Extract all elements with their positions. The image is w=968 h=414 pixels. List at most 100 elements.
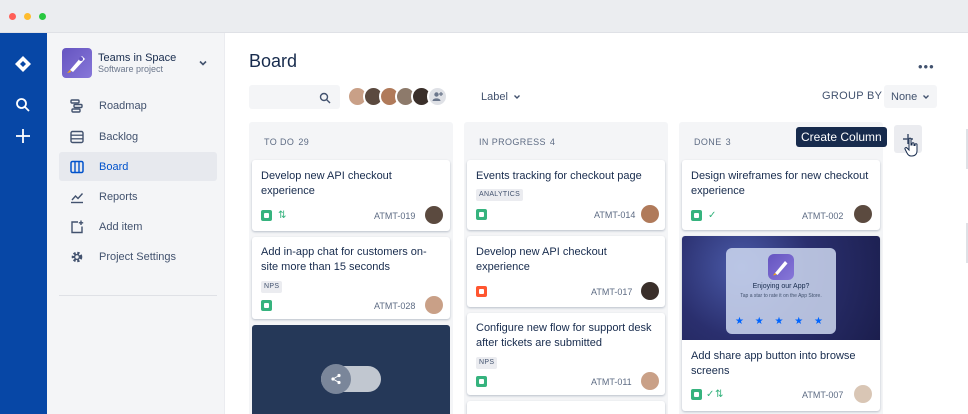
- rocket-app-icon: [768, 254, 794, 280]
- column-name: IN PROGRESS: [479, 137, 546, 147]
- card-title: Add in-app chat for customers on-site mo…: [261, 246, 427, 273]
- sidebar-item-project-settings[interactable]: Project Settings: [59, 242, 217, 271]
- sidebar-item-label: Backlog: [99, 130, 139, 143]
- backlog-icon: [69, 129, 85, 145]
- project-sidebar: Teams in Space Software project Roadmap …: [47, 33, 225, 414]
- pull-request-icon: ⇅: [278, 210, 287, 221]
- sidebar-item-backlog[interactable]: Backlog: [59, 122, 217, 151]
- project-name[interactable]: Teams in Space: [98, 52, 176, 64]
- issue-key: ATMT-019: [374, 211, 416, 221]
- window-titlebar: [0, 0, 968, 33]
- chevron-down-icon: [923, 94, 930, 99]
- label-tag: ANALYTICS: [476, 189, 524, 201]
- card-title: Events tracking for checkout page: [476, 170, 642, 182]
- app-prompt-title: Enjoying our App?: [752, 283, 810, 290]
- column-name: DONE: [694, 137, 722, 147]
- avatar[interactable]: [425, 206, 443, 224]
- card-title: Develop new API checkout experience: [261, 170, 392, 197]
- jira-logo-icon[interactable]: [12, 53, 34, 75]
- done-check-icon: ✓: [708, 210, 717, 221]
- create-plus-icon[interactable]: [12, 125, 34, 147]
- column-count: 3: [725, 137, 732, 147]
- bug-icon: [476, 286, 487, 297]
- issue-key: ATMT-014: [594, 210, 636, 220]
- chevron-down-icon: [513, 95, 520, 99]
- sidebar-item-add-item[interactable]: Add item: [59, 212, 217, 241]
- app-window: Teams in Space Software project Roadmap …: [0, 0, 968, 414]
- column-count: 4: [549, 137, 556, 147]
- issue-key: ATMT-007: [802, 390, 844, 400]
- chevron-down-icon[interactable]: [197, 56, 209, 68]
- issue-card[interactable]: Events tracking for checkout page ANALYT…: [467, 160, 665, 230]
- create-column-tooltip: Create Column: [796, 127, 887, 147]
- column-count: 29: [298, 137, 310, 147]
- app-prompt-subtitle: Tap a star to rate it on the App Store.: [740, 293, 822, 299]
- add-item-icon: [69, 219, 85, 235]
- label-filter-text: Label: [481, 91, 508, 103]
- issue-card[interactable]: Design wireframes for new checkout exper…: [682, 160, 880, 230]
- avatar[interactable]: [854, 205, 872, 223]
- issue-card[interactable]: Configure new flow for support desk afte…: [467, 313, 665, 395]
- group-by-select[interactable]: None: [884, 85, 937, 108]
- issue-card-cover[interactable]: [252, 325, 450, 414]
- column-in-progress: IN PROGRESS 4 Events tracking for checkou…: [464, 122, 668, 414]
- column-done: DONE 3 Design wireframes for new checkout…: [679, 122, 883, 414]
- gear-icon: [69, 249, 85, 265]
- sidebar-item-reports[interactable]: Reports: [59, 182, 217, 211]
- search-icon[interactable]: [12, 94, 34, 116]
- add-person-icon[interactable]: [427, 86, 448, 107]
- star-rating: ★ ★ ★ ★ ★: [735, 316, 827, 327]
- issue-card[interactable]: Add in-app chat for customers on-site mo…: [252, 237, 450, 319]
- more-actions-button[interactable]: •••: [918, 59, 938, 75]
- sidebar-divider: [59, 295, 217, 296]
- issue-card[interactable]: Develop new API checkout experience ATMT…: [467, 236, 665, 307]
- page-title: Board: [249, 51, 298, 71]
- assignee-filter[interactable]: [347, 86, 448, 108]
- issue-key: ATMT-002: [802, 211, 844, 221]
- hand-cursor-icon: [904, 137, 920, 157]
- label-filter-dropdown[interactable]: Label: [481, 91, 522, 103]
- issue-key: ATMT-017: [591, 287, 633, 297]
- avatar[interactable]: [641, 205, 659, 223]
- search-icon: [319, 91, 331, 104]
- issue-card[interactable]: [467, 401, 665, 414]
- story-icon: [261, 300, 272, 311]
- label-tag: NPS: [476, 357, 498, 369]
- card-title: Design wireframes for new checkout exper…: [691, 170, 869, 197]
- project-type: Software project: [98, 64, 164, 74]
- story-icon: [691, 210, 702, 221]
- sidebar-item-roadmap[interactable]: Roadmap: [59, 91, 217, 120]
- app-rating-prompt: Enjoying our App? Tap a star to rate it …: [726, 248, 836, 334]
- column-title: TO DO 29: [264, 137, 309, 147]
- maximize-window-button[interactable]: [39, 13, 46, 20]
- close-window-button[interactable]: [9, 13, 16, 20]
- sidebar-item-label: Board: [99, 160, 129, 173]
- share-icon: [321, 364, 351, 394]
- project-avatar[interactable]: [62, 48, 92, 78]
- avatar[interactable]: [641, 372, 659, 390]
- card-title: Configure new flow for support desk afte…: [476, 322, 652, 349]
- card-title: Develop new API checkout experience: [476, 246, 607, 273]
- card-cover-image: Enjoying our App? Tap a star to rate it …: [682, 236, 880, 340]
- reports-icon: [69, 189, 85, 205]
- sidebar-item-label: Project Settings: [99, 250, 177, 263]
- group-by-value: None: [891, 90, 918, 103]
- issue-key: ATMT-028: [374, 301, 416, 311]
- sidebar-item-label: Reports: [99, 190, 138, 203]
- roadmap-icon: [69, 98, 85, 114]
- column-title: IN PROGRESS 4: [479, 137, 555, 147]
- issue-card[interactable]: Enjoying our App? Tap a star to rate it …: [682, 236, 880, 411]
- sidebar-item-label: Roadmap: [99, 99, 147, 112]
- minimize-window-button[interactable]: [24, 13, 31, 20]
- issue-card[interactable]: Develop new API checkout experience ⇅ AT…: [252, 160, 450, 231]
- board-main: Board ••• Label GROUP BY None TO DO 29 D…: [226, 33, 968, 414]
- column-name: TO DO: [264, 137, 295, 147]
- avatar[interactable]: [854, 385, 872, 403]
- group-by-label: GROUP BY: [822, 90, 883, 102]
- sidebar-item-board[interactable]: Board: [59, 152, 217, 181]
- avatar[interactable]: [641, 282, 659, 300]
- label-tag: NPS: [261, 281, 283, 293]
- avatar[interactable]: [425, 296, 443, 314]
- card-title: Add share app button into browse screens: [691, 350, 856, 377]
- story-icon: [691, 389, 702, 400]
